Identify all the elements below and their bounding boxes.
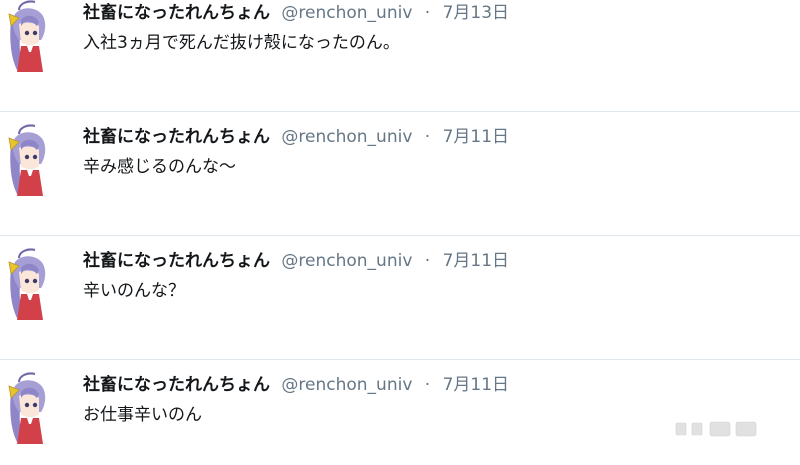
tweet-header: 社畜になったれんちょん @renchon_univ · 7月11日: [83, 250, 509, 272]
user-display-name[interactable]: 社畜になったれんちょん: [83, 375, 270, 395]
tweet-header: 社畜になったれんちょん @renchon_univ · 7月11日: [83, 126, 509, 148]
tweet-timestamp[interactable]: 7月13日: [443, 3, 509, 23]
tweet-text: お仕事辛いのん: [83, 405, 202, 425]
tweet-timeline: 社畜になったれんちょん @renchon_univ · 7月13日 入社3ヵ月で…: [0, 0, 800, 465]
watermark-logo-icon: [675, 421, 757, 437]
anime-girl-avatar-icon[interactable]: [5, 124, 53, 196]
user-display-name[interactable]: 社畜になったれんちょん: [83, 251, 270, 271]
user-handle[interactable]: @renchon_univ: [281, 127, 412, 147]
tweet[interactable]: 社畜になったれんちょん @renchon_univ · 7月11日 お仕事辛いの…: [0, 360, 800, 465]
user-display-name[interactable]: 社畜になったれんちょん: [83, 127, 270, 147]
tweet-text: 辛み感じるのんな〜: [83, 157, 236, 177]
tweet-timestamp[interactable]: 7月11日: [443, 251, 509, 271]
tweet-text: 入社3ヵ月で死んだ抜け殻になったのん。: [83, 33, 400, 53]
anime-girl-avatar-icon[interactable]: [5, 372, 53, 444]
tweet-timestamp[interactable]: 7月11日: [443, 127, 509, 147]
anime-girl-avatar-icon[interactable]: [5, 248, 53, 320]
tweet[interactable]: 社畜になったれんちょん @renchon_univ · 7月11日 辛いのんな？: [0, 236, 800, 360]
tweet-text: 辛いのんな？: [83, 281, 185, 301]
meta-separator: ·: [424, 375, 431, 395]
user-handle[interactable]: @renchon_univ: [281, 3, 412, 23]
tweet-header: 社畜になったれんちょん @renchon_univ · 7月13日: [83, 2, 509, 24]
anime-girl-avatar-icon[interactable]: [5, 0, 53, 72]
meta-separator: ·: [424, 251, 431, 271]
tweet-timestamp[interactable]: 7月11日: [443, 375, 509, 395]
user-display-name[interactable]: 社畜になったれんちょん: [83, 3, 270, 23]
user-handle[interactable]: @renchon_univ: [281, 375, 412, 395]
tweet[interactable]: 社畜になったれんちょん @renchon_univ · 7月11日 辛み感じるの…: [0, 112, 800, 236]
meta-separator: ·: [424, 3, 431, 23]
tweet[interactable]: 社畜になったれんちょん @renchon_univ · 7月13日 入社3ヵ月で…: [0, 0, 800, 112]
tweet-header: 社畜になったれんちょん @renchon_univ · 7月11日: [83, 374, 509, 396]
user-handle[interactable]: @renchon_univ: [281, 251, 412, 271]
meta-separator: ·: [424, 127, 431, 147]
